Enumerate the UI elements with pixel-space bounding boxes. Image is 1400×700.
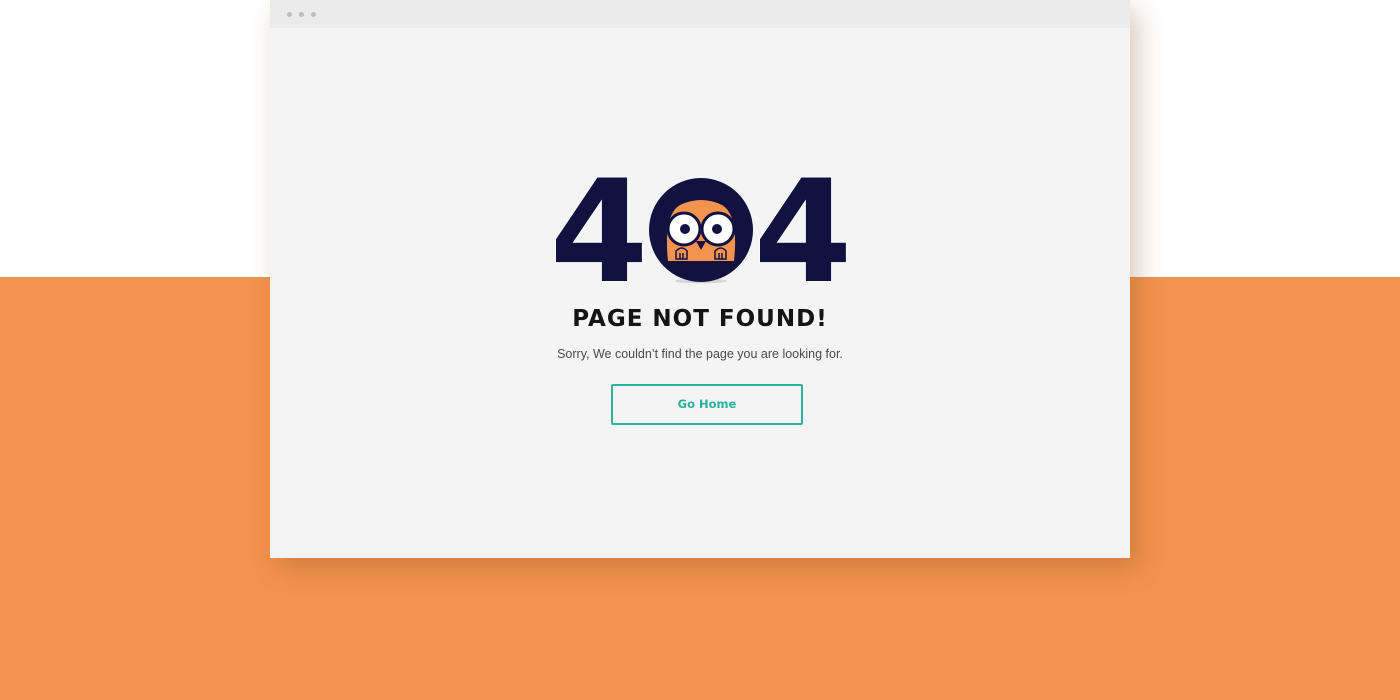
error-404-graphic: 4 4 xyxy=(555,175,850,290)
window-dot-icon xyxy=(287,12,292,17)
digit-4-right: 4 xyxy=(754,175,850,290)
error-message: Sorry, We couldn’t find the page you are… xyxy=(557,347,843,361)
page-title: PAGE NOT FOUND! xyxy=(572,306,828,332)
browser-title-bar xyxy=(270,0,1130,28)
window-dot-icon xyxy=(299,12,304,17)
browser-window: 4 4 PAGE NOT FOUND! Sorry, We couldn’t f… xyxy=(270,0,1130,558)
digit-4-left: 4 xyxy=(555,175,648,290)
page-background: 4 4 PAGE NOT FOUND! Sorry, We couldn’t f… xyxy=(0,0,1400,700)
owl-face-icon xyxy=(649,178,753,284)
go-home-button[interactable]: Go Home xyxy=(611,384,803,425)
window-dot-icon xyxy=(311,12,316,17)
